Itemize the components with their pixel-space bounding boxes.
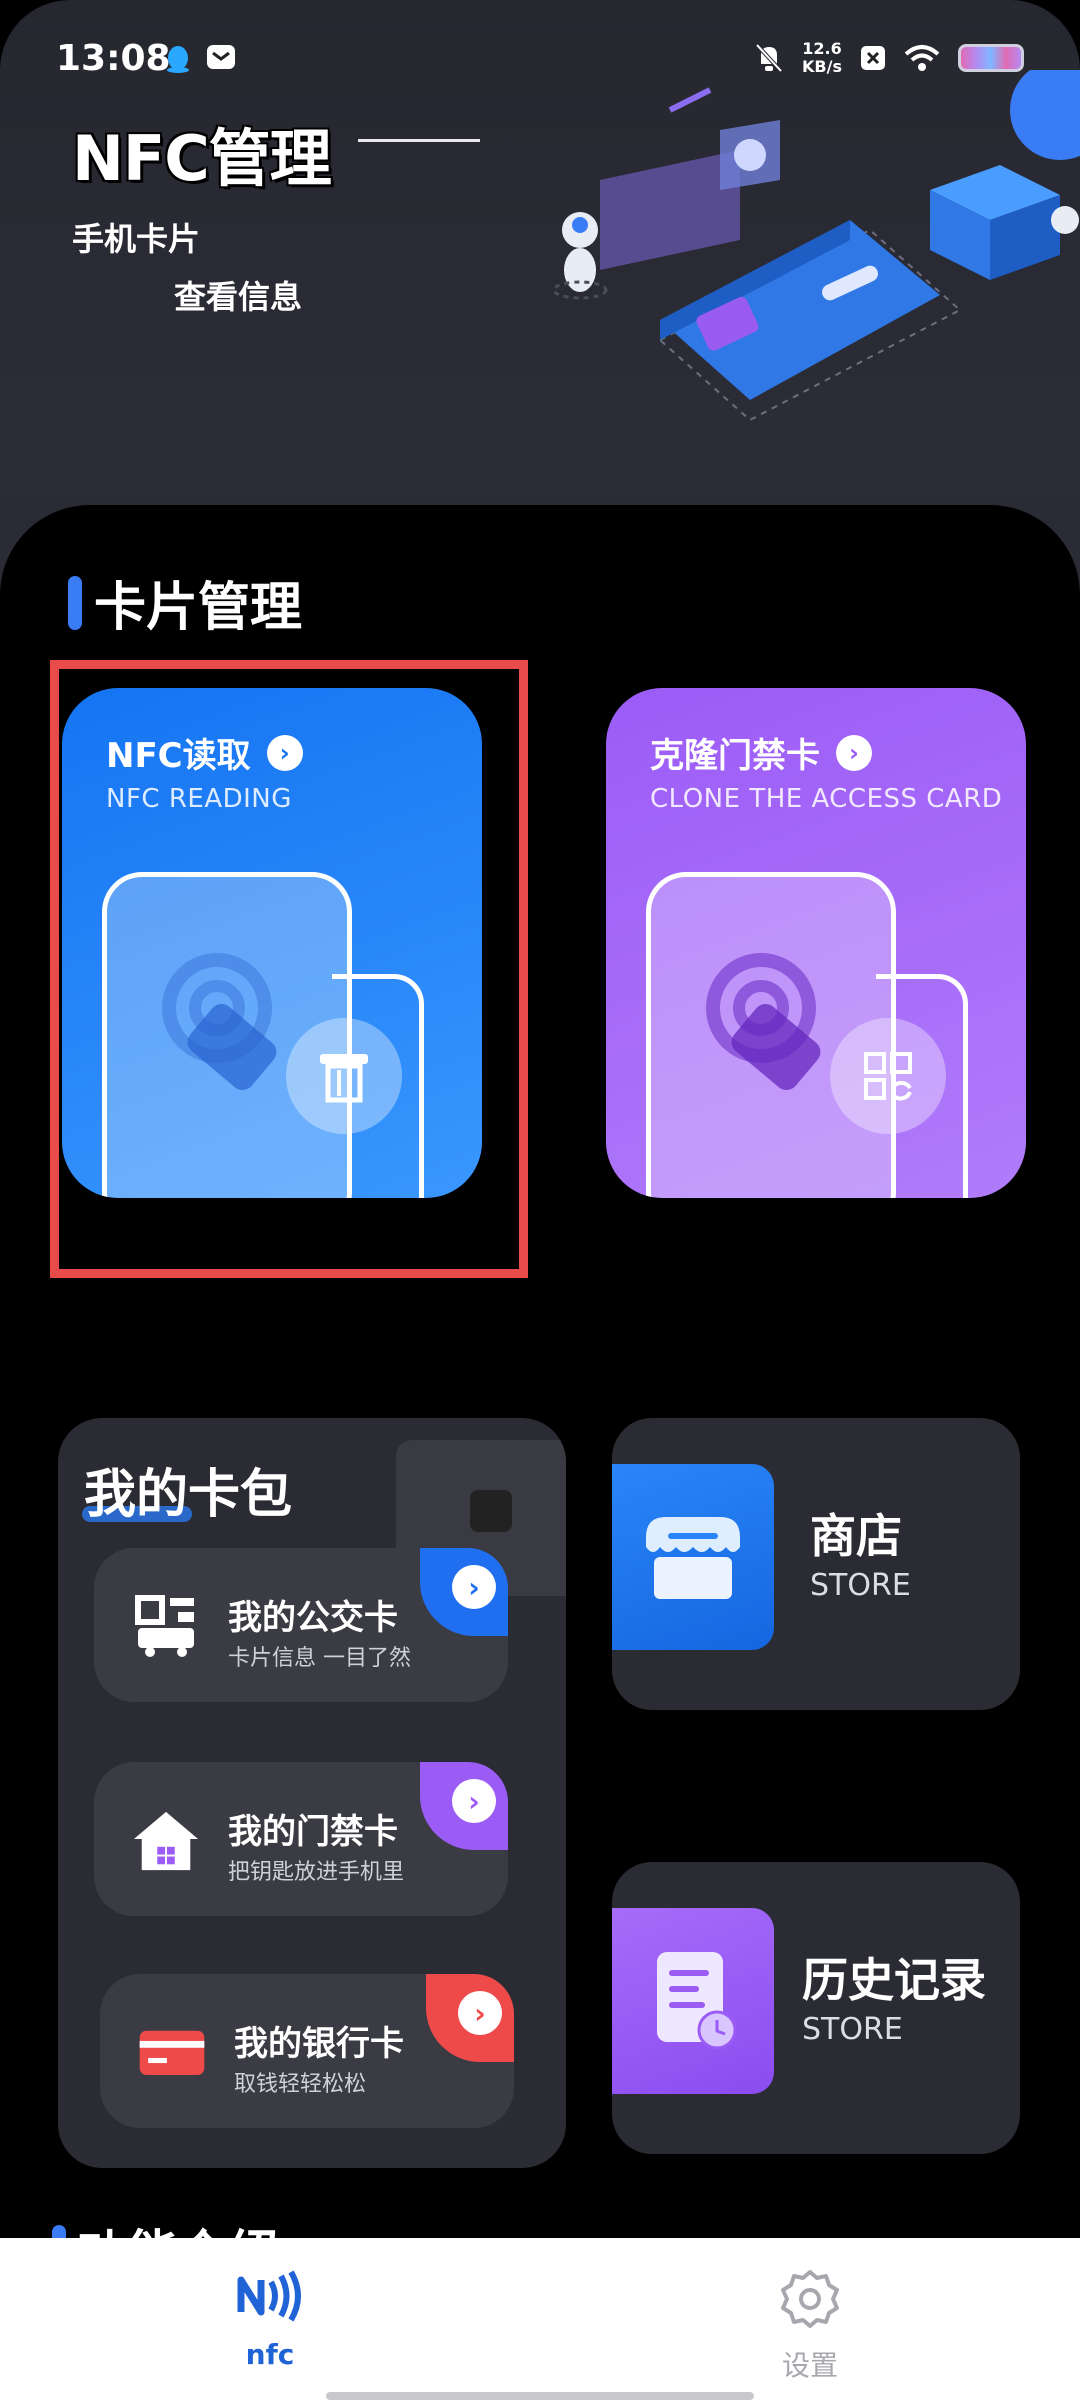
title-divider (358, 139, 480, 142)
wallet-clasp (470, 1490, 512, 1532)
nav-tab-settings[interactable]: 设置 (740, 2268, 880, 2384)
store-subtitle: STORE (810, 1568, 911, 1603)
bus-card-arrow-badge: › (420, 1548, 508, 1636)
wallet-item-bank-card[interactable]: 我的银行卡 取钱轻轻松松 › (100, 1974, 514, 2128)
clone-icon (830, 1018, 946, 1134)
message-icon (207, 45, 235, 69)
chevron-right-icon: › (452, 1565, 496, 1609)
qq-penguin-icon (167, 46, 189, 73)
card-management-heading: 卡片管理 (68, 565, 302, 640)
arrow-right-icon: › (836, 734, 872, 771)
clone-label: 克隆门禁卡 (650, 736, 820, 776)
bank-card-subtitle: 取钱轻轻松松 (234, 2072, 367, 2097)
card-management-title: 卡片管理 (94, 578, 303, 638)
clone-title: 克隆门禁卡 › (650, 728, 872, 777)
page-title: NFC管理 (72, 122, 332, 195)
wifi-icon (904, 45, 940, 71)
store-title: 商店 (810, 1509, 902, 1563)
chevron-right-icon: › (452, 1779, 496, 1823)
nfc-icon (237, 2270, 301, 2322)
access-card-arrow-badge: › (420, 1762, 508, 1850)
clone-subtitle: CLONE THE ACCESS CARD (650, 784, 1003, 814)
bottom-navigation: nfc 设置 (0, 2238, 1080, 2408)
access-card-title: 我的门禁卡 (228, 1812, 398, 1852)
nav-nfc-label: nfc (245, 2338, 295, 2371)
bank-card-icon (138, 2018, 206, 2086)
clone-access-card[interactable]: 克隆门禁卡 › CLONE THE ACCESS CARD (606, 688, 1026, 1198)
header-subtitle-2: 查看信息 (174, 278, 303, 316)
status-time: 13:08 (56, 38, 171, 79)
bank-card-arrow-badge: › (426, 1974, 514, 2062)
my-wallet-panel: 我的卡包 我的公交卡 卡片信息 一目了然 › 我的门禁卡 把钥匙放进手机里 › … (58, 1418, 566, 2168)
history-subtitle: STORE (802, 2012, 903, 2047)
nav-settings-label: 设置 (781, 2349, 838, 2382)
store-tile[interactable]: 商店 STORE (612, 1418, 1020, 1710)
selection-highlight-box (50, 660, 528, 1278)
header-illustration (552, 70, 1080, 422)
nfc-tap-icon (706, 953, 821, 1091)
bus-card-title: 我的公交卡 (228, 1598, 398, 1638)
header-subtitle-1: 手机卡片 (72, 220, 201, 258)
history-title: 历史记录 (802, 1953, 986, 2007)
wallet-item-access-card[interactable]: 我的门禁卡 把钥匙放进手机里 › (94, 1762, 508, 1916)
wallet-item-bus-card[interactable]: 我的公交卡 卡片信息 一目了然 › (94, 1548, 508, 1702)
notification-icons (164, 44, 236, 74)
house-icon (132, 1806, 200, 1874)
nav-tab-nfc[interactable]: nfc (200, 2268, 340, 2371)
store-icon (612, 1464, 774, 1650)
bus-icon (132, 1592, 200, 1660)
history-tile[interactable]: 历史记录 STORE (612, 1862, 1020, 2154)
battery-icon (958, 44, 1024, 72)
heading-accent-bar (68, 575, 82, 630)
history-icon (612, 1908, 774, 2094)
bus-card-subtitle: 卡片信息 一目了然 (228, 1646, 411, 1671)
access-card-subtitle: 把钥匙放进手机里 (228, 1860, 405, 1885)
chevron-right-icon: › (458, 1991, 502, 2035)
wallet-title: 我的卡包 (84, 1465, 293, 1525)
network-speed-value: 12.6 (802, 39, 842, 58)
bank-card-title: 我的银行卡 (234, 2024, 404, 2064)
close-box-icon (861, 46, 885, 70)
gear-icon (781, 2270, 839, 2328)
home-indicator[interactable] (326, 2392, 754, 2400)
